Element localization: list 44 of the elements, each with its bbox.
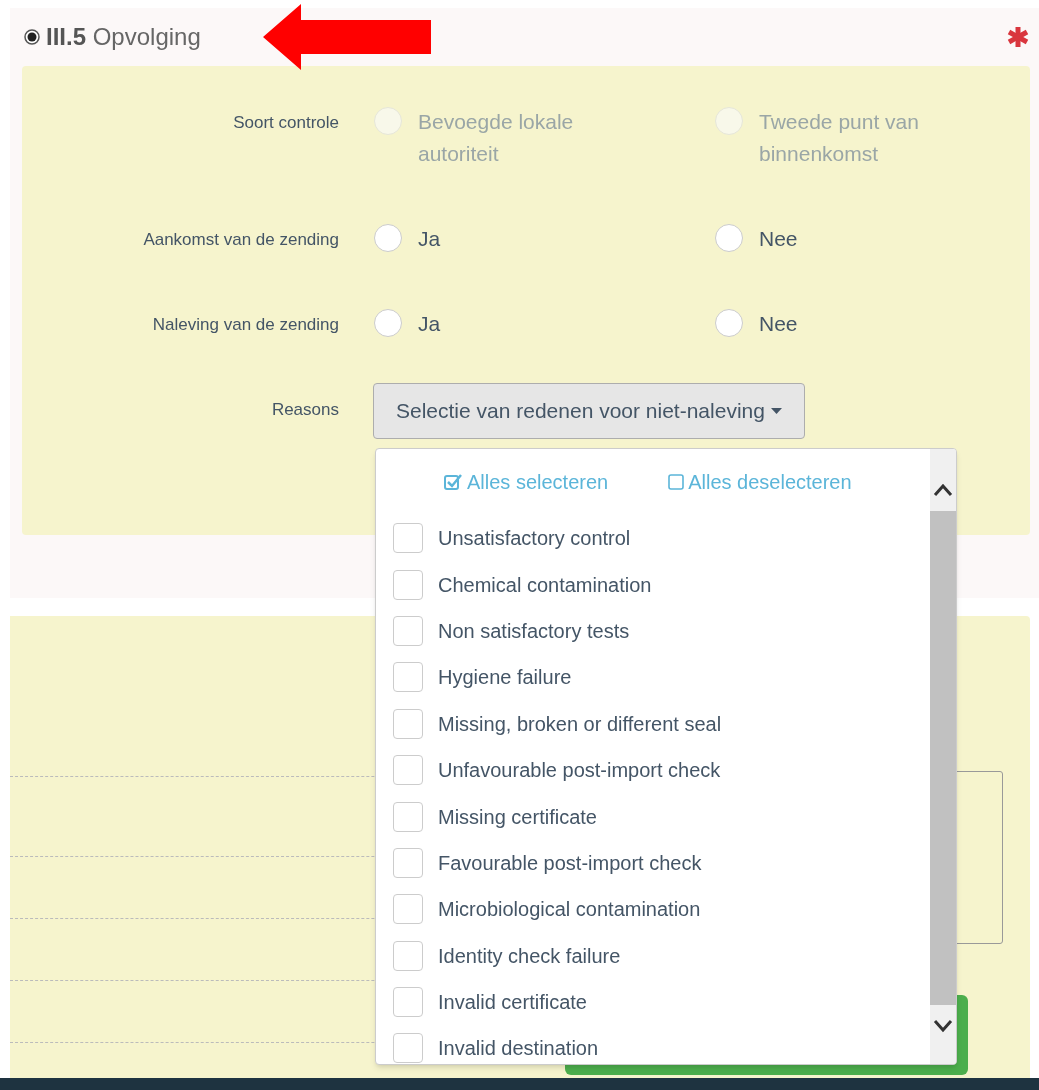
option-label: Bevoegde lokale autoriteit [418, 109, 575, 167]
option-label: Ja [418, 311, 442, 337]
reason-option[interactable]: Favourable post-import check [376, 839, 930, 887]
field-label: Reasons [271, 400, 339, 419]
reason-option[interactable]: Chemical contamination [376, 561, 930, 608]
checkbox[interactable] [393, 987, 423, 1018]
option-label: Tweede punt van binnenkomst [759, 109, 920, 167]
reason-option[interactable]: Non satisfactory tests [376, 607, 930, 655]
checkbox[interactable] [393, 523, 423, 554]
field-label: Soort controle [233, 113, 339, 132]
field-label: Naleving van de zending [152, 315, 339, 334]
checkbox[interactable] [393, 662, 423, 693]
checkbox[interactable] [393, 940, 423, 971]
scrollbar-thumb[interactable] [930, 511, 956, 1005]
checkbox[interactable] [393, 615, 423, 646]
reason-option[interactable]: Missing certificate [376, 793, 930, 840]
checkbox[interactable] [393, 1033, 423, 1064]
reason-option[interactable]: Hygiene failure [376, 654, 930, 701]
checkbox[interactable] [393, 708, 423, 739]
checkbox[interactable] [393, 801, 423, 832]
checkbox[interactable] [393, 569, 423, 600]
empty-box-icon [668, 474, 685, 490]
radio-button[interactable] [24, 29, 40, 45]
option-label: Nee [759, 226, 799, 252]
reason-option[interactable]: Unsatisfactory control [376, 515, 930, 562]
field-label: Aankomst van de zending [143, 230, 339, 249]
checkbox[interactable] [393, 847, 423, 878]
option-label: Ja [418, 226, 442, 252]
reason-option[interactable]: Invalid certificate [376, 978, 930, 1026]
reason-option[interactable]: Missing, broken or different seal [376, 700, 930, 747]
scroll-down-icon[interactable] [933, 1019, 953, 1033]
checkbox[interactable] [393, 755, 423, 786]
scrollbar[interactable] [930, 449, 956, 1064]
checkbox[interactable] [393, 894, 423, 925]
reason-option[interactable]: Identity check failure [376, 932, 930, 979]
reason-option[interactable]: Invalid destination [376, 1025, 930, 1064]
option-label: Nee [759, 311, 799, 337]
reason-option[interactable]: Unfavourable post-import check [376, 746, 930, 794]
checked-box-icon [444, 473, 462, 491]
caret-icon [770, 408, 782, 414]
section-title: III.5 Opvolging [46, 22, 201, 52]
scroll-up-icon[interactable] [933, 483, 953, 497]
reason-option[interactable]: Microbiological contamination [376, 886, 930, 933]
reasons-dropdown[interactable]: Selectie van redenen voor niet-naleving [373, 383, 805, 439]
